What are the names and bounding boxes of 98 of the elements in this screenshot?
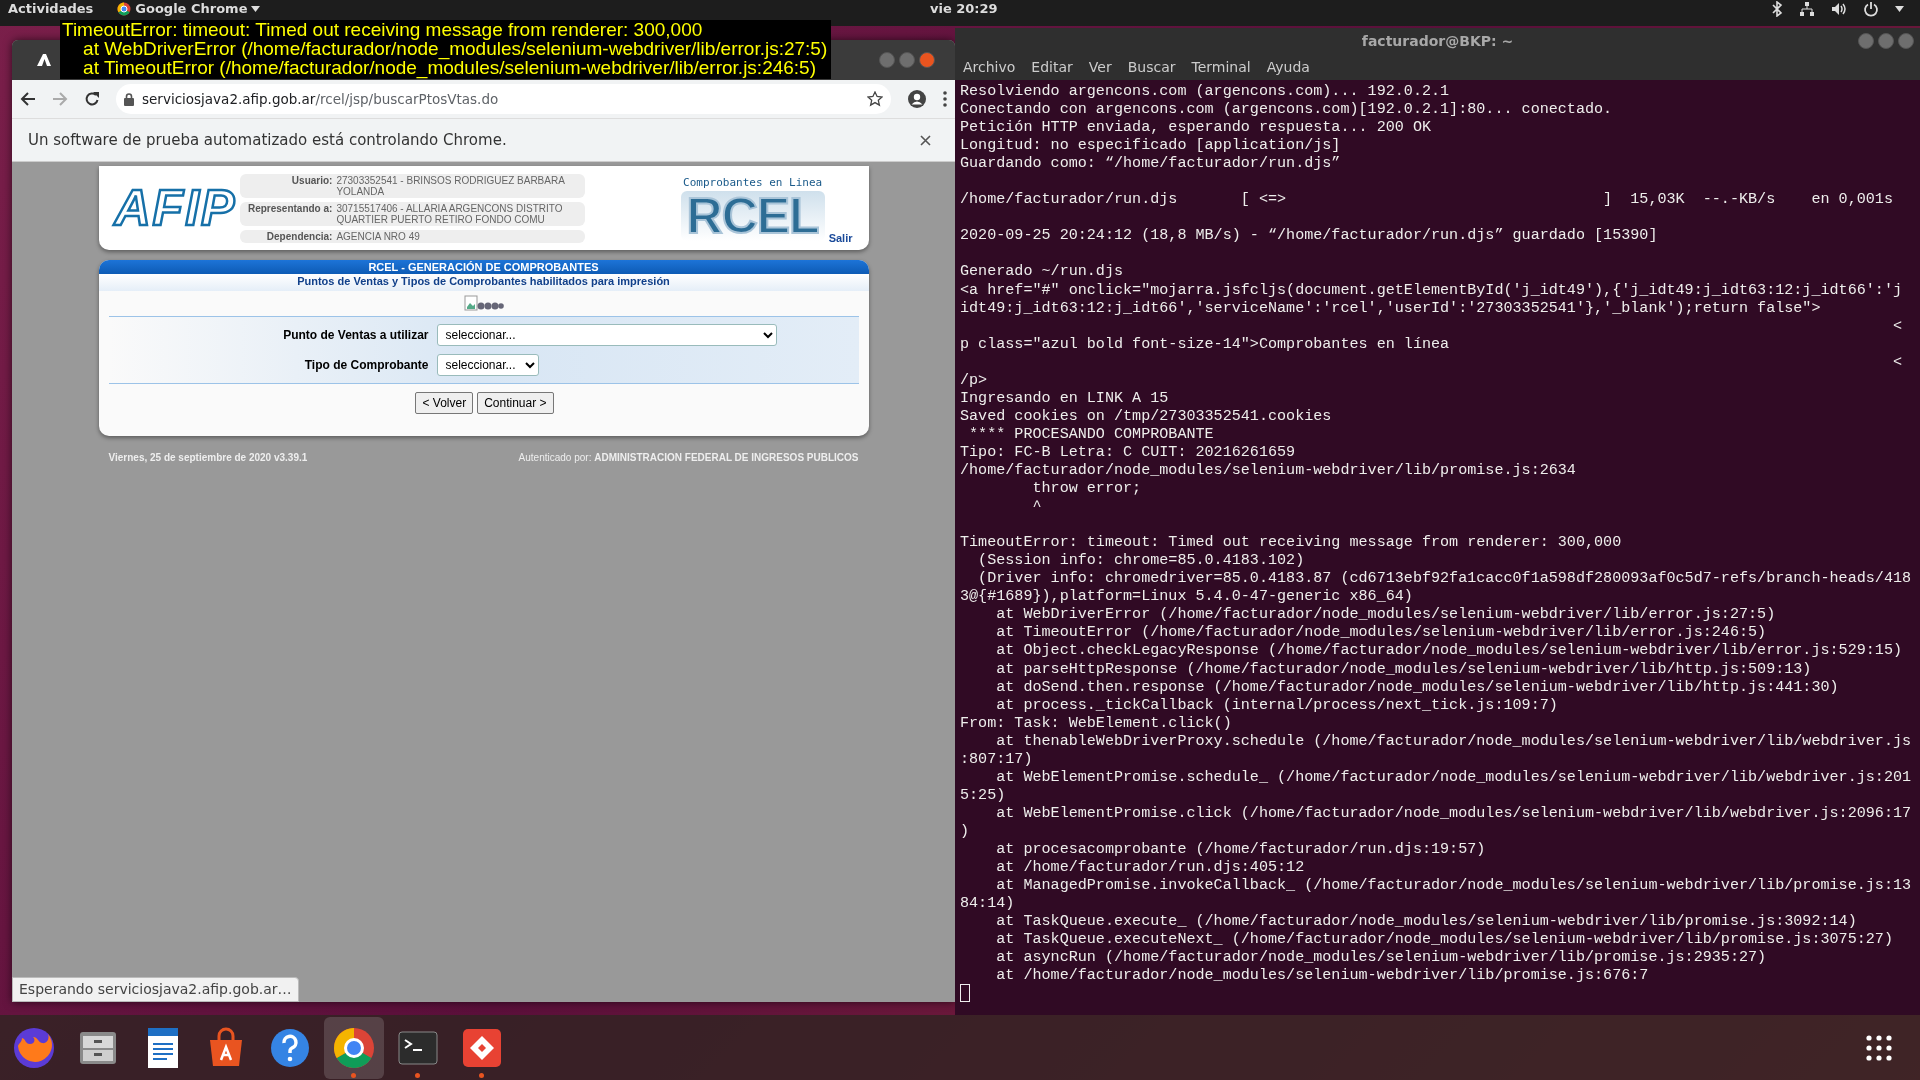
menu-item[interactable]: Editar: [1031, 57, 1073, 78]
terminal-line: <: [1891, 316, 1903, 335]
caret-icon[interactable]: [1895, 6, 1904, 12]
footer-date: Viernes, 25 de septiembre de 2020 v3.39.1: [108, 451, 308, 465]
terminal-line: 5:25): [960, 785, 1007, 804]
terminal-line: Tipo: FC-B Letra: C CUIT: 20216261659: [960, 442, 1297, 461]
terminal-line: Conectando con argencons.com (argencons.com)[192.0.2.1]:80... conectado.: [960, 100, 1614, 119]
terminal-line: at process._tickCallback (internal/process/next_tick.js:109:7): [995, 695, 1559, 714]
terminal-line: at parseHttpResponse (/home/facturador/node_modules/selenium-webdriver/lib/http.js:509:13): [995, 659, 1813, 678]
logout-link[interactable]: Salir: [828, 229, 853, 246]
terminal-line: <: [1891, 352, 1903, 371]
terminal-line: ^: [1031, 497, 1043, 516]
rcel-caption: Comprobantes en Linea: [683, 174, 823, 191]
address-bar[interactable]: serviciosjava2.afip.gob.ar/rcel/jsp/buscarPtosVtas.do: [116, 84, 891, 114]
terminal-line: at WebDriverError (/home/facturador/node_modules/selenium-webdriver/lib/error.js:27:5): [995, 605, 1777, 624]
terminal-line: at /home/facturador/node_modules/selenium-webdriver/lib/promise.js:676:7: [995, 966, 1650, 985]
menu-icon[interactable]: [943, 91, 947, 107]
terminal-line: Generado ~/run.djs: [960, 262, 1125, 281]
terminal-line: p class="azul bold font-size-14">Comprobantes en línea: [960, 334, 1451, 353]
terminal-line: at doSend.then.response (/home/facturador/node_modules/selenium-webdriver/lib/http.js:441:30): [995, 677, 1840, 696]
terminal-line: at /home/facturador/run.djs:405:12: [995, 858, 1306, 877]
field-label: Tipo de Comprobante: [303, 357, 429, 374]
window-title: facturador@BKP: ~: [1361, 32, 1514, 51]
header-field: Dependencia: AGENCIA NRO 49: [240, 229, 586, 243]
terminal-line: Saved cookies on /tmp/27303352541.cookies: [960, 406, 1333, 425]
terminal-line: idt49:j_idt63:12:j_idt66','serviceName':'rcel','userId':'27303352541'},'_blank');return false">: [960, 298, 1822, 317]
terminal-line: at Object.checkLegacyResponse (/home/facturador/node_modules/selenium-webdriver/lib/error.js:529:15): [995, 641, 1903, 660]
terminal-line: at WebElementPromise.schedule_ (/home/facturador/node_modules/selenium-webdriver/lib/webdriver.js:201: [995, 767, 1913, 786]
terminal-line: /home/facturador/node_modules/selenium-webdriver/lib/promise.js:2634: [960, 461, 1577, 480]
favicon-icon: [36, 53, 52, 67]
minimize-button[interactable]: [1858, 33, 1874, 49]
terminal-line: at asyncRun (/home/facturador/node_modules/selenium-webdriver/lib/promise.js:2935:27): [995, 948, 1768, 967]
dropdown[interactable]: seleccionar...: [436, 324, 777, 346]
volume-icon[interactable]: [1831, 1, 1847, 17]
form-button[interactable]: Continuar >: [477, 392, 554, 414]
header-field: Representando a: 30715517406 - ALLARIA ARGENCONS DISTRITO QUARTIER PUERTO RETIRO FONDO COMU: [240, 201, 586, 226]
menu-item[interactable]: Terminal: [1191, 57, 1251, 78]
terminal-line: at TimeoutError (/home/facturador/node_modules/selenium-webdriver/lib/error.js:246:5): [995, 623, 1768, 642]
terminal-line: **** PROCESANDO COMPROBANTE: [968, 424, 1215, 443]
terminal-line: 3@{#1689}),platform=Linux 5.4.0-47-generic x86_64): [960, 587, 1414, 606]
terminal-line: at TaskQueue.executeNext_ (/home/facturador/node_modules/selenium-webdriver/lib/promise.js:3075:27): [995, 930, 1894, 949]
terminal-line: /home/facturador/run.djs [ <=> ] 15,03K --.-KB/s en 0,001s: [960, 190, 1894, 209]
terminal-line: 84:14): [960, 894, 1016, 913]
close-button[interactable]: [1898, 33, 1914, 49]
header-field: Usuario: 27303352541 - BRINSOS RODRIGUEZ BARBARA YOLANDA: [240, 173, 586, 198]
text-cursor: [960, 984, 970, 1003]
maximize-button[interactable]: [1878, 33, 1894, 49]
terminal-line: TimeoutError: timeout: Timed out receiving message from renderer: 300,000: [960, 533, 1623, 552]
lock-icon: [124, 92, 134, 106]
power-icon[interactable]: [1863, 1, 1879, 17]
caret-icon: [251, 6, 261, 12]
panel-title: RCEL - GENERACIÓN DE COMPROBANTES: [98, 260, 869, 274]
back-icon[interactable]: [20, 91, 36, 107]
terminal-line: /p>: [960, 370, 989, 389]
terminal-line: :807:17): [960, 749, 1034, 768]
terminal-line: (Driver info: chromedriver=85.0.4183.87 (cd6713ebf92fa1cacc0f1a598df280093af0c5d7-refs/branch-heads/418: [977, 569, 1913, 588]
dropdown[interactable]: seleccionar...: [436, 354, 539, 376]
network-icon[interactable]: [1799, 1, 1815, 17]
terminal-line: (Session info: chrome=85.0.4183.102): [977, 551, 1306, 570]
field-label: Punto de Ventas a utilizar: [282, 327, 429, 344]
terminal-line: ): [960, 821, 971, 840]
panel-subtitle: Puntos de Ventas y Tipos de Comprobantes habilitados para impresión: [98, 274, 869, 291]
app-menu[interactable]: Google Chrome: [117, 0, 261, 19]
form-button[interactable]: < Volver: [415, 392, 474, 414]
terminal-line: at ManagedPromise.invokeCallback_ (/home/facturador/node_modules/selenium-webdriver/lib/promise.js:13: [995, 876, 1913, 895]
account-icon[interactable]: [907, 89, 927, 109]
terminal-line: Longitud: no especificado [application/js]: [960, 136, 1342, 155]
show-apps-icon[interactable]: [1866, 1034, 1892, 1061]
terminal-line: at TaskQueue.execute_ (/home/facturador/node_modules/selenium-webdriver/lib/promise.js:3092:14): [995, 912, 1858, 931]
reload-icon[interactable]: [84, 91, 100, 107]
terminal-line: From: Task: WebElement.click(): [960, 713, 1233, 732]
menu-item[interactable]: Archivo: [963, 57, 1016, 78]
terminal-line: Guardando como: “/home/facturador/run.djs”: [960, 154, 1342, 173]
error-overlay: TimeoutError: timeout: Timed out receiving message from renderer: 300,000 at WebDriverError (/home/facturador/node_modules/selenium-webdriver/lib/error.js:27:5) at TimeoutError (/home/facturador/node_modules/selenium-webdriver/lib/error.js:246:5): [60, 20, 832, 79]
terminal-line: at WebElementPromise.click (/home/facturador/node_modules/selenium-webdriver/lib/webdriver.js:2096:17: [995, 803, 1913, 822]
menu-item[interactable]: Buscar: [1127, 57, 1176, 78]
terminal-line: <a href="#" onclick="mojarra.jsfcljs(document.getElementById('j_idt49'),{'j_idt49:j_idt63:12:j_idt66':'j: [960, 280, 1903, 299]
activities-button[interactable]: Actividades: [8, 0, 94, 19]
bluetooth-icon[interactable]: [1771, 1, 1783, 17]
terminal-line: throw error;: [1031, 479, 1143, 498]
terminal-line: at thenableWebDriverProxy.schedule (/home/facturador/node_modules/selenium-webdriver/lib/webdriver.js: [995, 731, 1913, 750]
clock[interactable]: vie 20:29: [930, 0, 998, 19]
broken-image-icon: [463, 295, 504, 312]
automation-infobar-text: Un software de prueba automatizado está controlando Chrome.: [28, 129, 507, 151]
status-bubble: Esperando serviciosjava2.afip.gob.ar…: [12, 977, 299, 1002]
star-icon[interactable]: [867, 91, 883, 107]
chrome-logo-icon: [117, 2, 132, 16]
terminal-line: Resolviendo argencons.com (argencons.com)... 192.0.2.1: [960, 82, 1451, 101]
terminal-line: Ingresando en LINK A 15: [960, 388, 1170, 407]
dock-item[interactable]: [324, 1016, 384, 1079]
menu-item[interactable]: Ayuda: [1266, 57, 1310, 78]
close-icon[interactable]: [920, 134, 931, 146]
terminal-line: 2020-09-25 20:24:12 (18,8 MB/s) - “/home/facturador/run.djs” guardado [15390]: [960, 226, 1659, 245]
close-button[interactable]: [919, 52, 935, 68]
terminal-line: Petición HTTP enviada, esperando respuesta... 200 OK: [960, 118, 1432, 137]
footer-authentication: Autenticado por: ADMINISTRACION FEDERAL DE INGRESOS PUBLICOS: [518, 451, 859, 465]
terminal-line: at procesacomprobante (/home/facturador/run.djs:19:57): [995, 839, 1487, 858]
menu-item[interactable]: Ver: [1088, 57, 1112, 78]
